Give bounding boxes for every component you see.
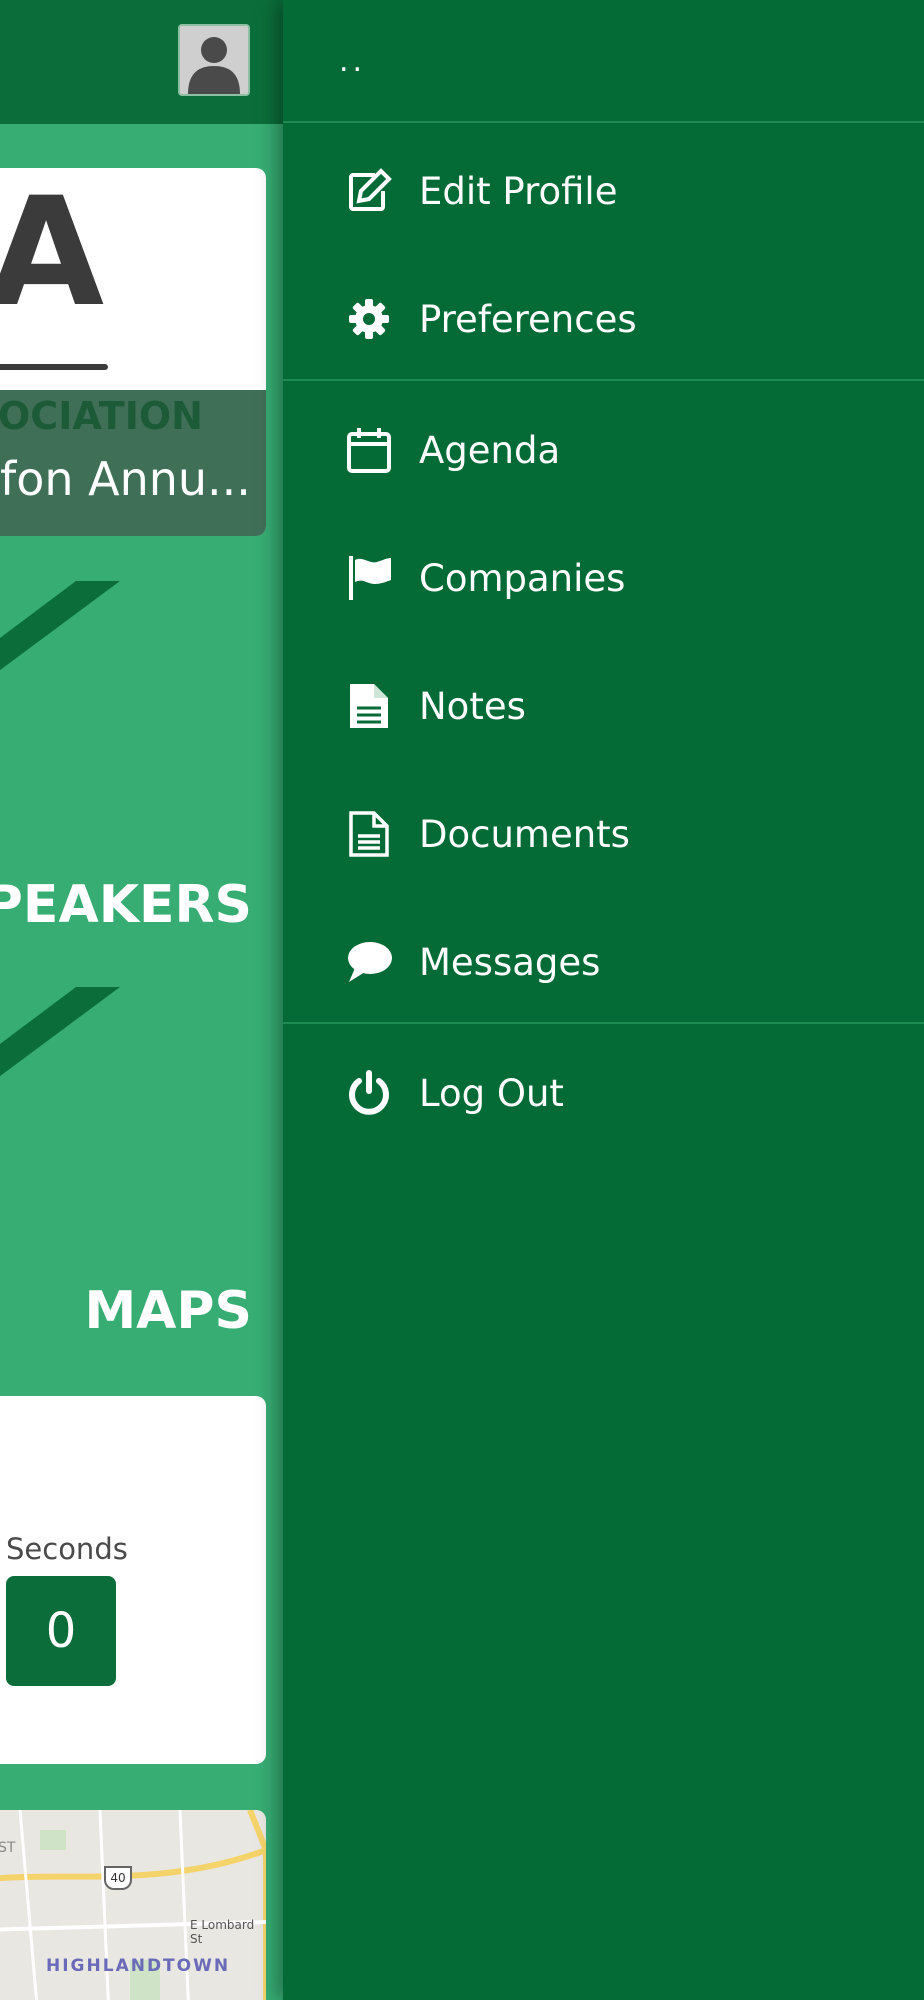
map-preview[interactable]: ST 40 E Lombard St HIGHLANDTOWN [0,1810,266,2000]
speakers-tile-label: SPEAKERS [0,875,252,935]
menu-item-label: Preferences [419,297,637,341]
menu-item-label: Messages [419,940,601,984]
top-bar [0,0,283,124]
gear-icon [345,295,393,343]
menu-item-label: Log Out [419,1071,564,1115]
route-shield: 40 [104,1866,132,1890]
menu-item-messages[interactable]: Messages [283,912,924,1012]
maps-tile-label: MAPS [84,1281,252,1341]
tile-stripe-decoration [0,987,120,1077]
menu-item-log-out[interactable]: Log Out [283,1043,924,1143]
menu-item-label: Edit Profile [419,169,618,213]
maps-tile[interactable]: MAPS [0,987,266,1357]
chat-icon [345,938,393,986]
app-background: A OCIATION fon Annu... SPEAKERS MAPS Sec… [0,0,283,2000]
speakers-tile[interactable]: SPEAKERS [0,581,266,951]
event-logo-text: OCIATION [0,394,203,438]
map-street-label: E Lombard St [190,1918,255,1946]
document-icon [345,810,393,858]
menu-item-label: Notes [419,684,526,728]
event-title: fon Annu... [0,452,251,506]
menu-item-label: Agenda [419,428,561,472]
profile-avatar-button[interactable] [178,24,250,96]
flag-icon [345,554,393,602]
menu-item-documents[interactable]: Documents [283,784,924,884]
tile-stripe-decoration [0,581,120,671]
menu-item-edit-profile[interactable]: Edit Profile [283,141,924,241]
map-street-partial-label: ST [0,1840,16,1856]
event-card[interactable]: A OCIATION fon Annu... [0,168,266,536]
countdown-seconds-value: 0 [6,1576,116,1686]
event-logo-letter: A [0,168,105,340]
menu-item-label: Companies [419,556,626,600]
drawer-header: .. [283,0,924,123]
note-icon [345,682,393,730]
event-logo-swoosh [0,364,108,370]
menu-item-preferences[interactable]: Preferences [283,269,924,369]
calendar-icon [345,426,393,474]
power-icon [345,1069,393,1117]
drawer-username: .. [339,44,367,79]
menu-divider [283,1022,924,1024]
countdown-card: Seconds 0 [0,1396,266,1764]
edit-icon [345,167,393,215]
countdown-seconds-label: Seconds [6,1532,128,1566]
event-title-bar: OCIATION fon Annu... [0,390,266,536]
user-icon [180,26,248,94]
menu-item-companies[interactable]: Companies [283,528,924,628]
menu-item-agenda[interactable]: Agenda [283,400,924,500]
side-drawer: .. Edit Profile Preferences Agenda Compa… [283,0,924,2000]
menu-item-label: Documents [419,812,630,856]
menu-item-notes[interactable]: Notes [283,656,924,756]
menu-divider [283,379,924,381]
map-neighborhood-label: HIGHLANDTOWN [46,1956,231,1976]
